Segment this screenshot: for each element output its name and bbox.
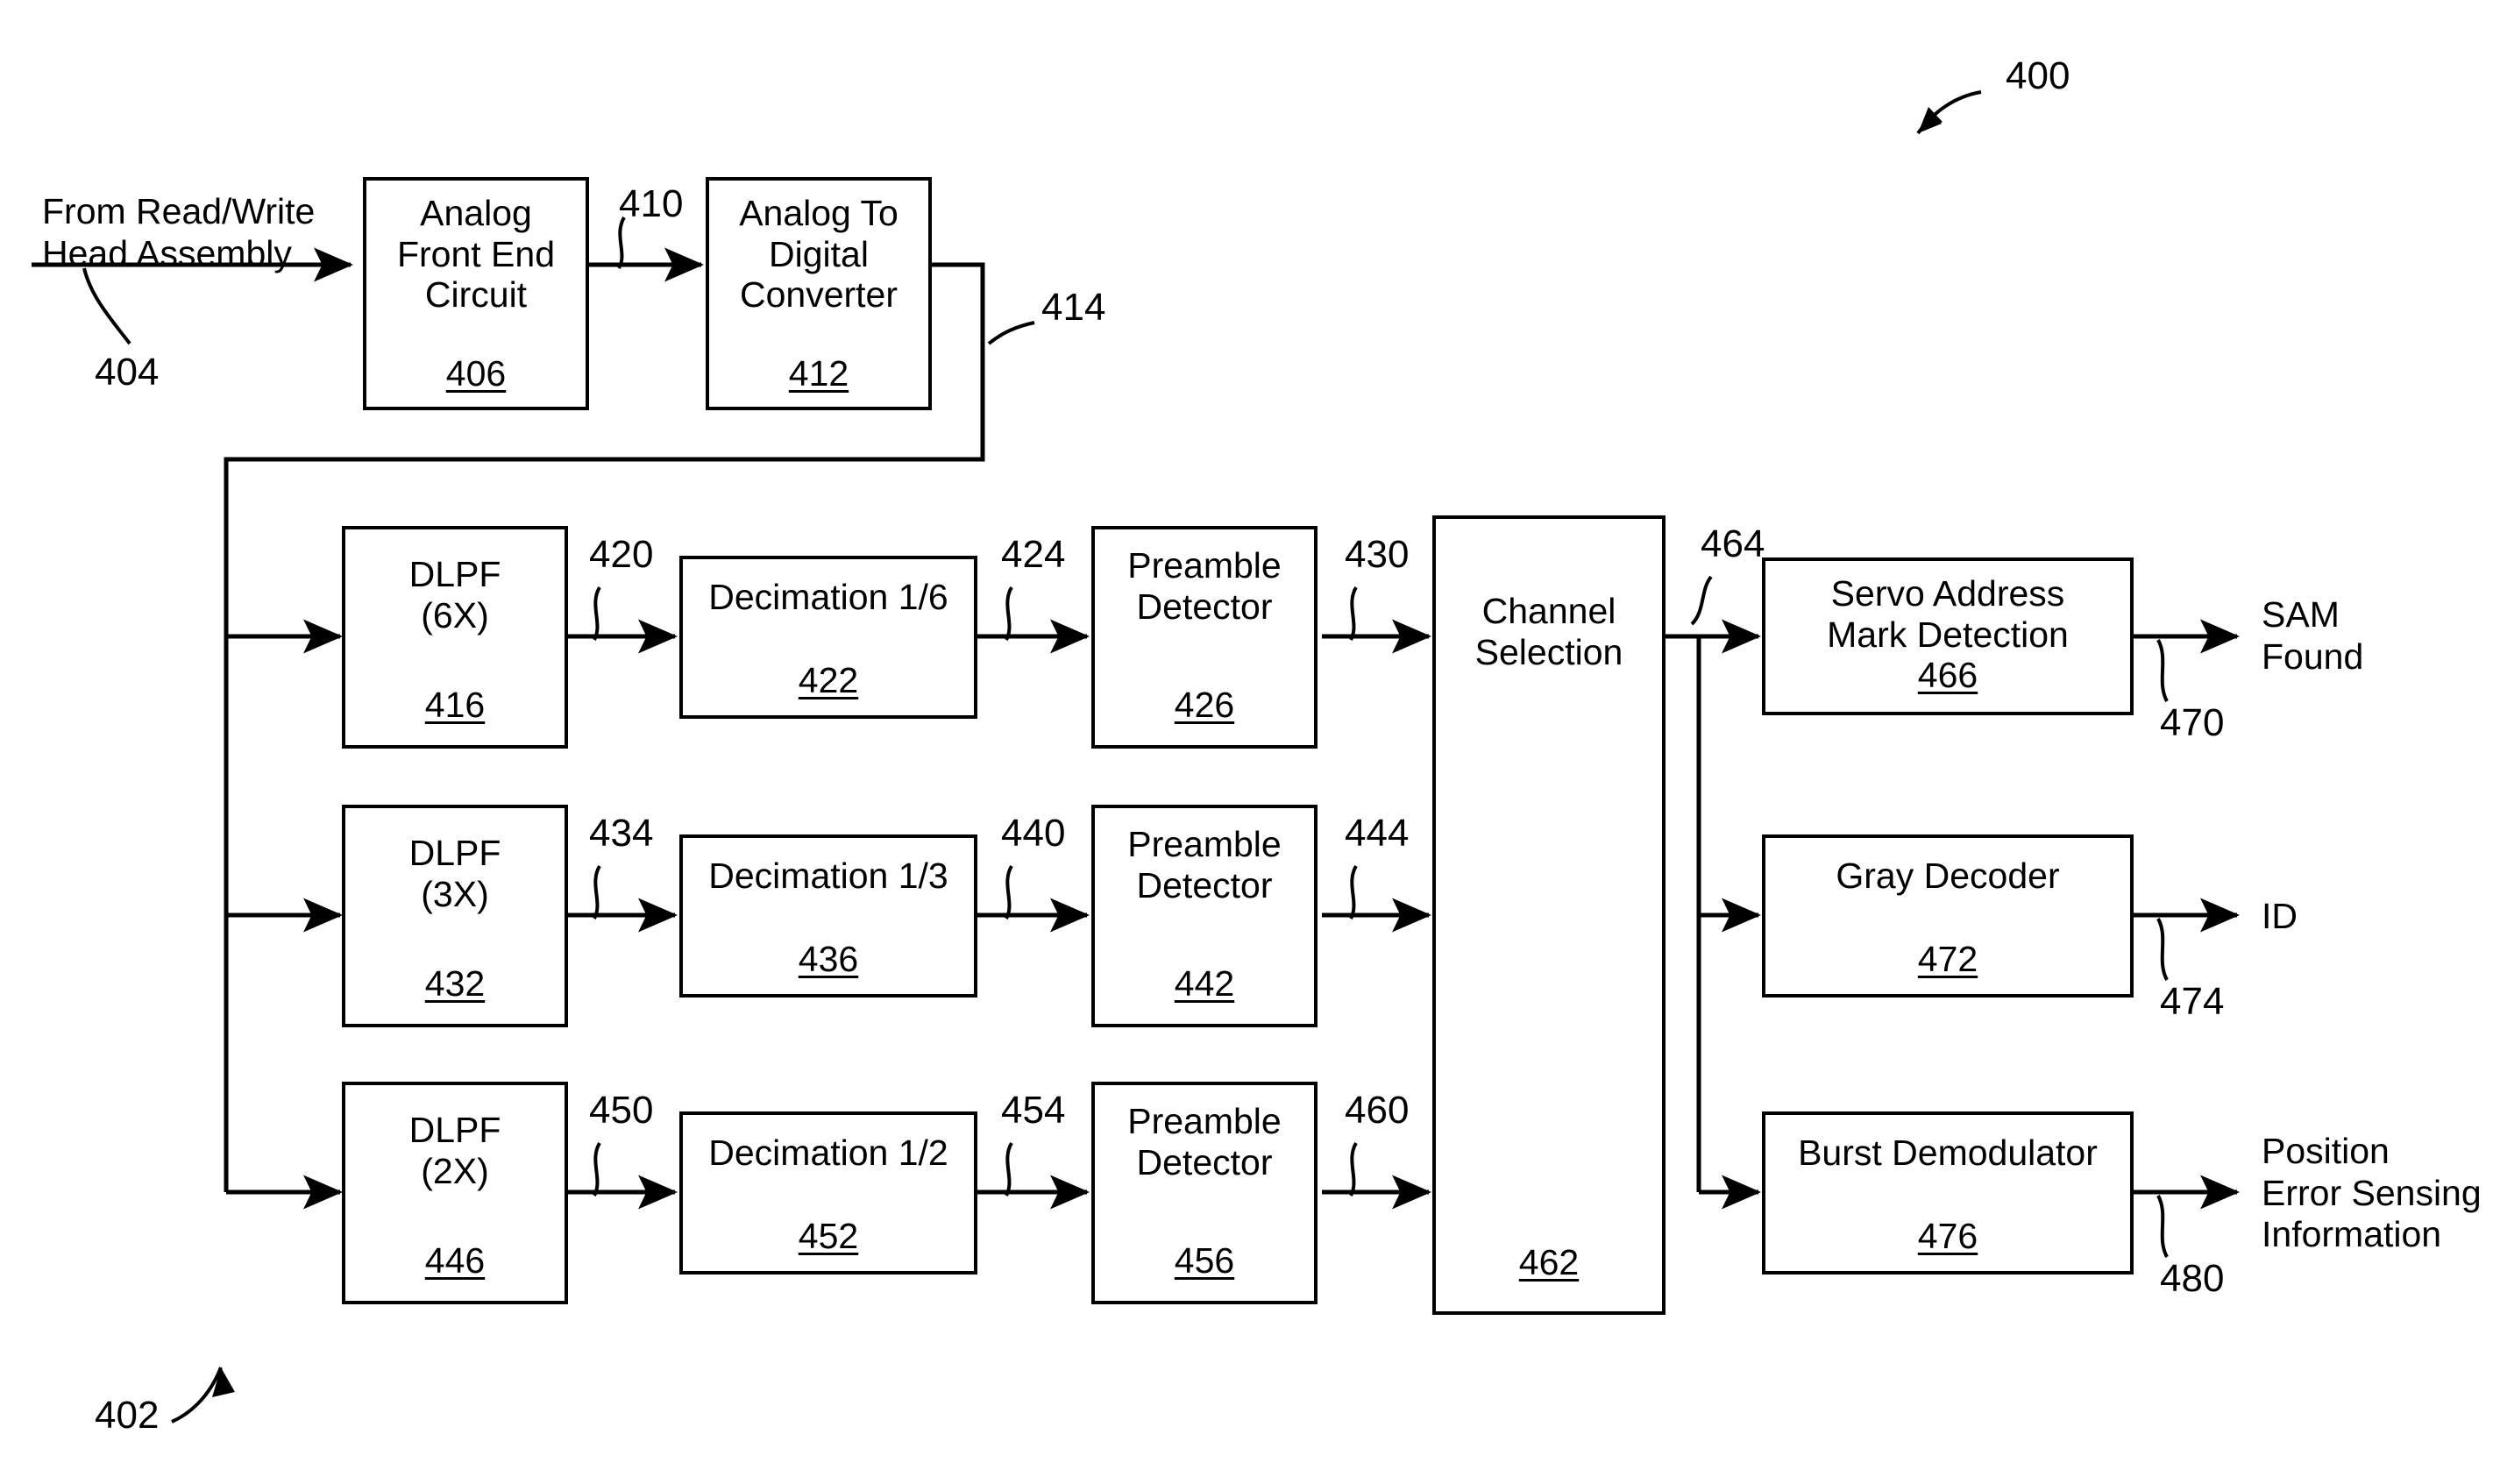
block-ref: 416 — [424, 685, 486, 726]
block-gray-decoder[interactable]: Gray Decoder 472 — [1762, 834, 2134, 998]
block-analog-to-digital-converter[interactable]: Analog To Digital Converter 412 — [706, 177, 932, 410]
signal-450: 450 — [589, 1089, 654, 1132]
signal-424: 424 — [1001, 533, 1066, 576]
figure-canvas: From Read/Write Head Assembly 404 400 40… — [0, 0, 2493, 1484]
signal-470: 470 — [2160, 701, 2225, 744]
block-title: Servo Address Mark Detection — [1827, 573, 2069, 655]
block-ref: 442 — [1174, 963, 1235, 1005]
block-title: Preamble Detector — [1127, 545, 1282, 627]
block-title: Channel Selection — [1474, 591, 1623, 672]
block-title: Preamble Detector — [1127, 1101, 1282, 1182]
block-decimation-1-6[interactable]: Decimation 1/6 422 — [679, 556, 977, 719]
block-title: DLPF (2X) — [408, 1110, 501, 1191]
block-ref: 452 — [798, 1216, 859, 1257]
block-ref: 412 — [788, 353, 849, 394]
signal-420: 420 — [589, 533, 654, 576]
block-title: Analog Front End Circuit — [396, 193, 556, 316]
block-title: Preamble Detector — [1127, 824, 1282, 905]
output-pes-label: Position Error Sensing Information — [2262, 1131, 2482, 1255]
signal-464: 464 — [1701, 522, 1765, 565]
block-ref: 436 — [798, 939, 859, 980]
signal-440: 440 — [1001, 812, 1066, 855]
block-title: Analog To Digital Converter — [739, 193, 898, 316]
block-title: Decimation 1/3 — [708, 856, 948, 896]
ref-402: 402 — [95, 1394, 160, 1437]
block-ref: 422 — [798, 660, 859, 701]
block-title: Decimation 1/6 — [708, 577, 948, 617]
block-dlpf-6x[interactable]: DLPF (6X) 416 — [342, 526, 568, 749]
block-analog-front-end-circuit[interactable]: Analog Front End Circuit 406 — [363, 177, 589, 410]
block-dlpf-2x[interactable]: DLPF (2X) 446 — [342, 1082, 568, 1304]
block-ref: 476 — [1917, 1216, 1978, 1257]
block-ref: 472 — [1917, 939, 1978, 980]
ref-400: 400 — [2006, 54, 2070, 97]
block-servo-address-mark-detection[interactable]: Servo Address Mark Detection 466 — [1762, 557, 2134, 715]
signal-430: 430 — [1345, 533, 1410, 576]
output-sam-found-label: SAM Found — [2262, 594, 2364, 677]
signal-454: 454 — [1001, 1089, 1066, 1132]
signal-460: 460 — [1345, 1089, 1410, 1132]
signal-480: 480 — [2160, 1257, 2225, 1300]
input-source-label: From Read/Write Head Assembly — [42, 191, 316, 273]
signal-414: 414 — [1041, 286, 1106, 329]
block-channel-selection[interactable]: Channel Selection 462 — [1432, 515, 1666, 1315]
block-ref: 426 — [1174, 685, 1235, 726]
block-preamble-detector-456[interactable]: Preamble Detector 456 — [1091, 1082, 1318, 1304]
block-decimation-1-3[interactable]: Decimation 1/3 436 — [679, 834, 977, 998]
signal-410: 410 — [619, 182, 684, 225]
block-preamble-detector-442[interactable]: Preamble Detector 442 — [1091, 805, 1318, 1027]
signal-434: 434 — [589, 812, 654, 855]
block-dlpf-3x[interactable]: DLPF (3X) 432 — [342, 805, 568, 1027]
output-id-label: ID — [2262, 896, 2298, 936]
block-title: DLPF (6X) — [408, 554, 501, 635]
block-title: DLPF (3X) — [408, 833, 501, 914]
signal-444: 444 — [1345, 812, 1410, 855]
block-ref: 466 — [1917, 655, 1978, 696]
block-ref: 406 — [445, 353, 507, 394]
block-ref: 462 — [1518, 1242, 1580, 1283]
block-ref: 456 — [1174, 1240, 1235, 1282]
block-title: Burst Demodulator — [1798, 1133, 2098, 1173]
ref-404: 404 — [95, 351, 160, 394]
block-burst-demodulator[interactable]: Burst Demodulator 476 — [1762, 1111, 2134, 1275]
block-ref: 432 — [424, 963, 486, 1005]
block-title: Gray Decoder — [1836, 856, 2060, 896]
block-preamble-detector-426[interactable]: Preamble Detector 426 — [1091, 526, 1318, 749]
block-title: Decimation 1/2 — [708, 1133, 948, 1173]
block-ref: 446 — [424, 1240, 486, 1282]
block-decimation-1-2[interactable]: Decimation 1/2 452 — [679, 1111, 977, 1275]
signal-474: 474 — [2160, 980, 2225, 1023]
